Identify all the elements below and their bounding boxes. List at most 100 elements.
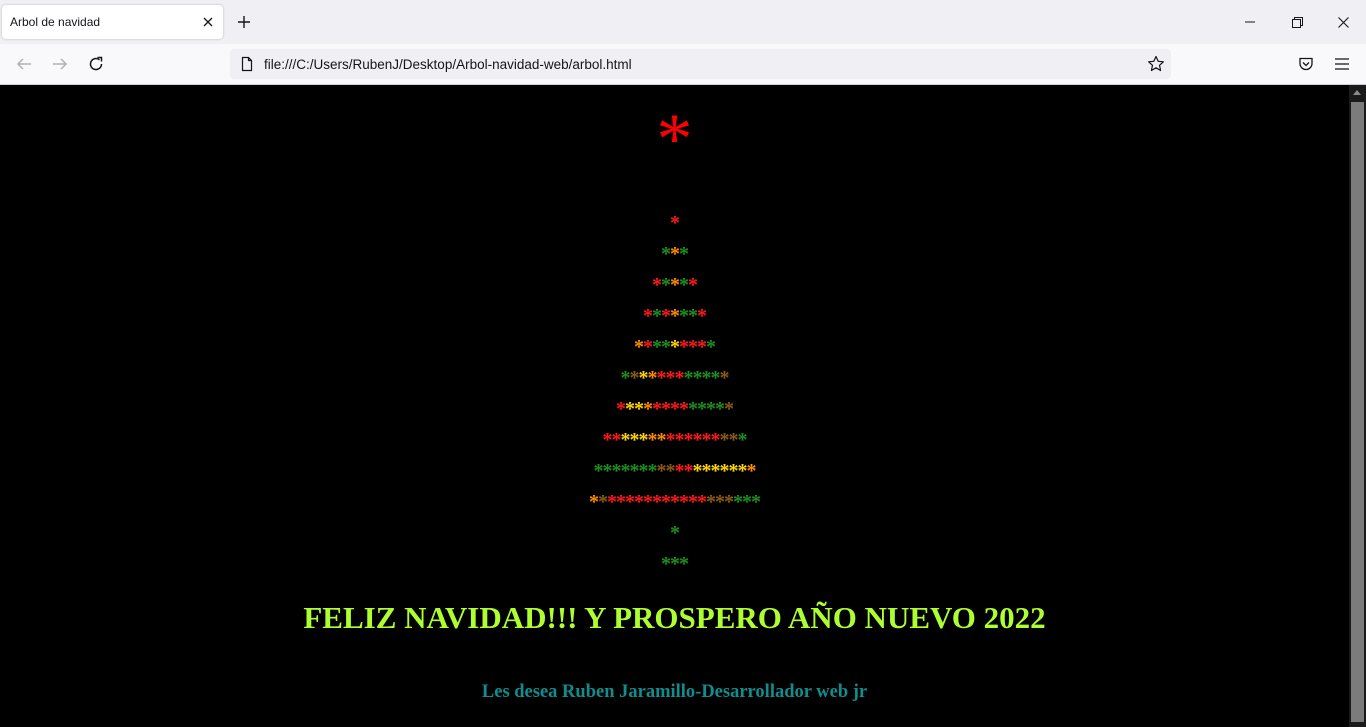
signature-text: Les desea Ruben Jaramillo-Desarrollador … — [481, 682, 868, 702]
tree-ornament: * — [670, 274, 680, 296]
tree-ornament: * — [670, 553, 680, 575]
tree-ornament: * — [656, 367, 667, 389]
tree-ornament: * — [710, 429, 721, 451]
tree-ornament: * — [652, 274, 662, 296]
tree-ornament: * — [688, 274, 698, 296]
tree-ornament: * — [643, 336, 653, 358]
page-viewport: * * *** ***** ******* ********* ************ *… — [0, 85, 1349, 727]
tree-ornament: * — [629, 429, 640, 451]
navigation-bar: file:///C:/Users/RubenJ/Desktop/Arbol-na… — [0, 44, 1366, 85]
tree-ornament: * — [697, 398, 707, 420]
tree-ornament: * — [701, 460, 712, 482]
tree-ornament: * — [661, 553, 671, 575]
tree-ornament: * — [661, 243, 671, 265]
tab-strip: Arbol de navidad — [0, 0, 1366, 44]
tree-ornament: * — [652, 336, 662, 358]
tree-row: ******************* — [0, 487, 1349, 518]
tree-ornament: * — [620, 460, 631, 482]
tree-ornament: * — [674, 367, 685, 389]
tree-ornament: * — [670, 398, 680, 420]
tree-ornament: * — [688, 398, 698, 420]
tree-row: **************** — [0, 425, 1349, 456]
tree-ornament: * — [647, 367, 658, 389]
menu-icon[interactable] — [1329, 51, 1355, 77]
tree-ornament: * — [728, 460, 739, 482]
url-text[interactable]: file:///C:/Users/RubenJ/Desktop/Arbol-na… — [264, 57, 632, 72]
tree-ornament: * — [634, 336, 644, 358]
new-tab-icon[interactable] — [234, 12, 254, 32]
tree-ornament: * — [697, 336, 707, 358]
scroll-up-arrow-icon[interactable] — [1353, 90, 1361, 95]
tree-ornament: * — [679, 243, 689, 265]
pocket-icon[interactable] — [1293, 51, 1319, 77]
tree-ornament: * — [719, 367, 730, 389]
tree-ornament: * — [656, 429, 667, 451]
tree-ornament: * — [661, 336, 671, 358]
forward-arrow-icon[interactable] — [47, 51, 73, 77]
tree-ornament: * — [643, 398, 653, 420]
tree-ornament: * — [692, 460, 703, 482]
tree-ornament: * — [706, 491, 716, 513]
back-arrow-icon[interactable] — [11, 51, 37, 77]
url-bar[interactable]: file:///C:/Users/RubenJ/Desktop/Arbol-na… — [230, 49, 1171, 79]
tree-ornament: * — [652, 398, 662, 420]
tree-ornament: * — [719, 460, 730, 482]
tree-ornament: * — [647, 429, 658, 451]
tree-row: ****************** — [0, 456, 1349, 487]
tree-ornament: * — [611, 460, 622, 482]
tree-ornament: * — [629, 367, 640, 389]
tree-ornament: * — [683, 460, 694, 482]
tree-ornament: * — [692, 429, 703, 451]
tree-ornament: * — [715, 491, 725, 513]
tree-ornament: * — [589, 491, 599, 513]
minimize-icon[interactable] — [1227, 0, 1273, 44]
restore-icon[interactable] — [1274, 0, 1320, 44]
tree-row: ********* — [0, 332, 1349, 363]
tree-ornament: * — [638, 367, 649, 389]
tree-ornament: * — [697, 305, 707, 327]
tree-ornament: * — [688, 305, 698, 327]
christmas-tree: * *** ***** ******* ********* ************ ***… — [0, 208, 1349, 580]
tree-ornament: * — [679, 491, 689, 513]
tree-row: ******* — [0, 301, 1349, 332]
tree-ornament: * — [625, 491, 635, 513]
tree-ornament: * — [634, 398, 644, 420]
tree-ornament: * — [652, 491, 662, 513]
tree-ornament: * — [661, 398, 671, 420]
tree-ornament: * — [724, 398, 734, 420]
tree-ornament: * — [728, 429, 739, 451]
tree-ornament: * — [643, 491, 653, 513]
tab-arbol-de-navidad[interactable]: Arbol de navidad — [2, 5, 223, 39]
scrollbar-thumb[interactable] — [1351, 102, 1364, 722]
tree-ornament: * — [670, 243, 680, 265]
tree-ornament: * — [602, 460, 613, 482]
tree-ornament: * — [710, 367, 721, 389]
tree-row: *** — [0, 549, 1349, 580]
page-icon — [239, 56, 255, 72]
tree-ornament: * — [746, 460, 757, 482]
tree-ornament: * — [701, 429, 712, 451]
tree-ornament: * — [665, 460, 676, 482]
tree-ornament: * — [661, 274, 671, 296]
tree-ornament: * — [611, 429, 622, 451]
tree-ornament: * — [692, 367, 703, 389]
reload-icon[interactable] — [83, 51, 109, 77]
tree-ornament: * — [737, 460, 748, 482]
tree-ornament: * — [674, 429, 685, 451]
tree-ornament: * — [634, 491, 644, 513]
tree-ornament: * — [670, 212, 680, 234]
tree-ornament: * — [625, 398, 635, 420]
vertical-scrollbar[interactable] — [1349, 85, 1366, 727]
tree-ornament: * — [701, 367, 712, 389]
tree-ornament: * — [719, 429, 730, 451]
close-window-icon[interactable] — [1320, 0, 1366, 44]
tree-ornament: * — [706, 336, 716, 358]
tree-row: ************ — [0, 363, 1349, 394]
tree-ornament: * — [679, 553, 689, 575]
close-tab-icon[interactable] — [199, 13, 217, 31]
bookmark-star-icon[interactable] — [1147, 55, 1165, 73]
tree-ornament: * — [670, 305, 680, 327]
tree-ornament: * — [593, 460, 604, 482]
tree-ornament: * — [724, 491, 734, 513]
tree-row: * — [0, 518, 1349, 549]
